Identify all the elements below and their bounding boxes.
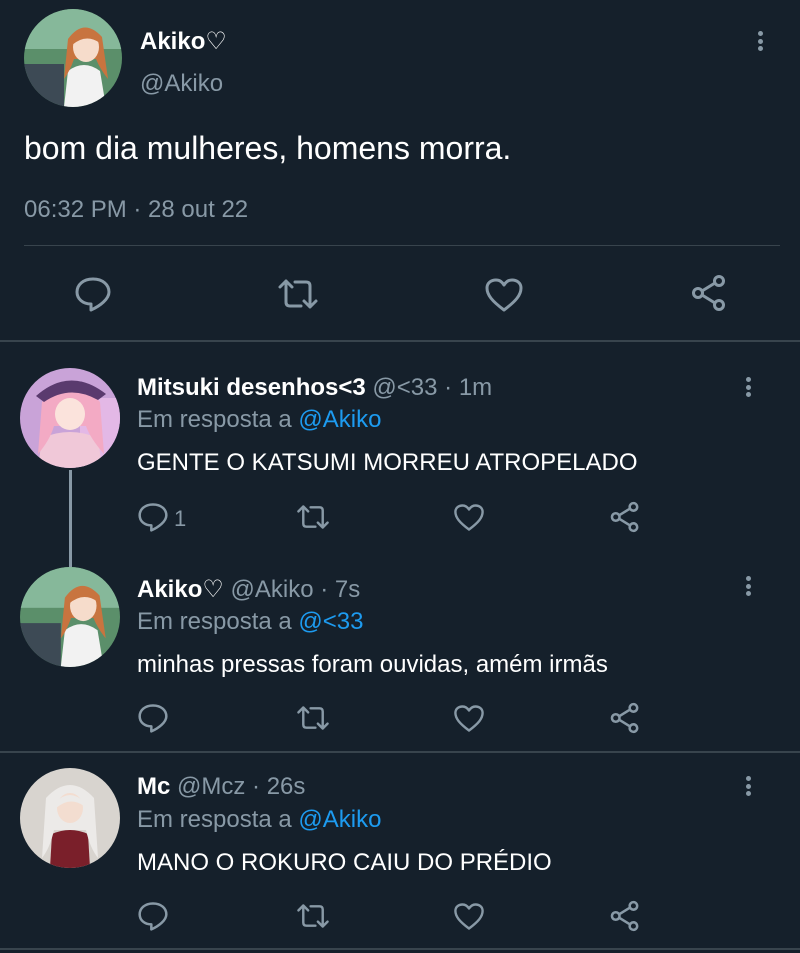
reply-prefix: Em resposta a — [137, 406, 292, 433]
reply-display-name[interactable]: Mc — [137, 773, 170, 800]
reply-meta[interactable]: @Mcz · 26s — [177, 773, 305, 800]
more-icon[interactable] — [750, 29, 770, 53]
like-icon[interactable] — [484, 277, 524, 313]
reply-to-line: Em resposta a @Akiko — [137, 406, 381, 434]
reply-prefix: Em resposta a — [137, 806, 292, 833]
reply-to-link[interactable]: @Akiko — [298, 806, 381, 833]
retweet-icon[interactable] — [296, 705, 330, 731]
retweet-icon[interactable] — [277, 278, 319, 310]
reply-prefix: Em resposta a — [137, 608, 292, 635]
retweet-icon[interactable] — [296, 903, 330, 929]
like-icon[interactable] — [453, 704, 485, 733]
reply-meta[interactable]: @<33 · 1m — [372, 374, 492, 401]
reply-icon[interactable] — [137, 502, 169, 532]
reply-to-link[interactable]: @Akiko — [298, 406, 381, 433]
reply-icon[interactable] — [137, 703, 169, 733]
share-icon[interactable] — [609, 900, 641, 932]
main-timestamp[interactable]: 06:32 PM · 28 out 22 — [24, 196, 248, 224]
reply-to-line: Em resposta a @Akiko — [137, 806, 381, 834]
avatar-akiko[interactable] — [20, 567, 120, 667]
reply-display-name[interactable]: Akiko♡ — [137, 576, 224, 603]
reply-header: Akiko♡ @Akiko · 7s — [137, 575, 360, 604]
like-icon[interactable] — [453, 503, 485, 532]
reply-text: minhas pressas foram ouvidas, amém irmãs — [137, 651, 608, 678]
reply-to-link[interactable]: @<33 — [298, 608, 363, 635]
divider — [0, 751, 800, 753]
more-icon[interactable] — [738, 574, 758, 598]
main-tweet-text: bom dia mulheres, homens morra. — [24, 130, 512, 166]
reply-icon[interactable] — [137, 901, 169, 931]
reply-header: Mc @Mcz · 26s — [137, 773, 305, 801]
avatar-mitsuki[interactable] — [20, 368, 120, 468]
main-handle[interactable]: @Akiko — [140, 70, 223, 98]
like-icon[interactable] — [453, 902, 485, 931]
reply-count: 1 — [174, 506, 187, 531]
share-icon[interactable] — [609, 702, 641, 734]
divider — [0, 340, 800, 342]
reply-icon[interactable] — [74, 276, 112, 312]
divider — [0, 948, 800, 950]
reply-text: MANO O ROKURO CAIU DO PRÉDIO — [137, 849, 552, 876]
reply-display-name[interactable]: Mitsuki desenhos<3 — [137, 374, 366, 401]
reply-to-line: Em resposta a @<33 — [137, 608, 363, 636]
avatar-akiko[interactable] — [24, 9, 122, 107]
reply-text: GENTE O KATSUMI MORREU ATROPELADO — [137, 449, 638, 476]
share-icon[interactable] — [609, 501, 641, 533]
reply-meta[interactable]: @Akiko · 7s — [231, 576, 361, 603]
divider — [24, 245, 780, 246]
more-icon[interactable] — [738, 375, 758, 399]
more-icon[interactable] — [738, 774, 758, 798]
thread-line — [69, 470, 72, 568]
share-icon[interactable] — [690, 274, 728, 312]
main-display-name[interactable]: Akiko♡ — [140, 27, 227, 56]
reply-header: Mitsuki desenhos<3 @<33 · 1m — [137, 374, 492, 402]
avatar-mc[interactable] — [20, 768, 120, 868]
retweet-icon[interactable] — [296, 504, 330, 530]
